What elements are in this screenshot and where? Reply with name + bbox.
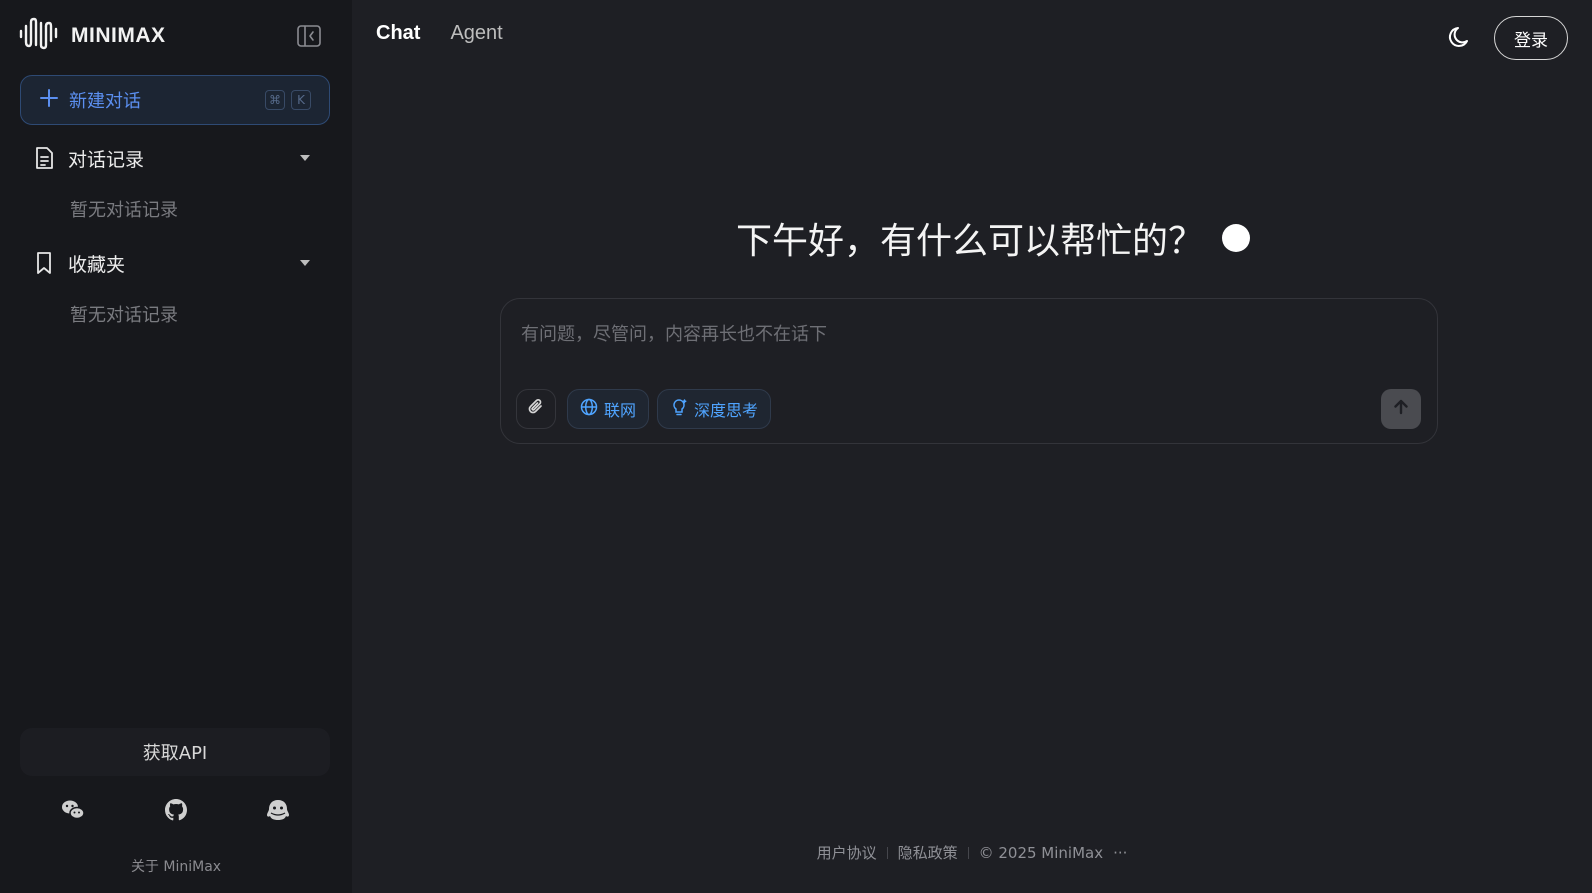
login-button[interactable]: 登录 [1494,16,1568,60]
bookmark-icon [32,251,56,275]
favorites-section-toggle[interactable]: 收藏夹 [32,245,320,281]
arrow-up-icon [1391,397,1411,421]
github-icon[interactable] [161,795,191,825]
mode-tabs: Chat Agent [376,22,503,45]
footer: 用户协议 隐私政策 © 2025 MiniMax ··· [352,842,1592,863]
shortcut-command-key: ⌘ [265,90,285,110]
new-chat-button[interactable]: 新建对话 ⌘ K [20,75,330,125]
web-search-toggle[interactable]: 联网 [567,389,650,429]
new-chat-label: 新建对话 [69,91,141,112]
waveform-logo-icon [19,17,59,55]
web-search-label: 联网 [604,401,637,420]
greeting: 下午好，有什么可以帮忙的？ [736,212,1251,264]
favorites-section-label: 收藏夹 [68,253,126,276]
privacy-link[interactable]: 隐私政策 [898,842,958,863]
status-dot [1222,224,1251,252]
document-icon [32,146,56,170]
copyright-text: © 2025 MiniMax [978,843,1104,862]
brand-name: MINIMAX [71,24,166,47]
plus-icon [39,88,59,112]
main-area: Chat Agent 登录 下午好，有什么可以帮忙的？ 有问题，尽管问，内容再长… [352,0,1592,893]
community-icon[interactable] [263,795,293,825]
tab-chat[interactable]: Chat [376,22,420,45]
sidebar: MINIMAX 新建对话 ⌘ K 对话记录 暂无对话记录 收藏夹 暂无对话记录 … [0,0,352,893]
favorites-empty-text: 暂无对话记录 [70,305,178,326]
theme-toggle-button[interactable] [1445,24,1475,54]
attach-button[interactable] [516,389,556,429]
history-section-label: 对话记录 [68,148,145,171]
chat-input[interactable] [521,319,1401,349]
deep-think-label: 深度思考 [694,401,759,420]
moon-icon [1447,24,1473,54]
footer-divider [886,846,888,859]
about-link[interactable]: 关于 MiniMax [0,856,352,876]
deep-think-toggle[interactable]: 深度思考 [657,389,772,429]
send-button[interactable] [1381,389,1421,429]
greeting-text: 下午好，有什么可以帮忙的？ [736,221,1205,262]
sidebar-collapse-button[interactable] [296,25,322,51]
lightbulb-icon [670,398,688,420]
tab-agent[interactable]: Agent [450,22,502,45]
wechat-icon[interactable] [58,795,88,825]
paperclip-icon [526,397,546,421]
brand[interactable]: MINIMAX [19,17,166,55]
chevron-down-icon [300,260,310,266]
get-api-button[interactable]: 获取API [20,728,330,776]
more-menu-button[interactable]: ··· [1113,844,1127,862]
app-root: MINIMAX 新建对话 ⌘ K 对话记录 暂无对话记录 收藏夹 暂无对话记录 … [0,0,1592,893]
chat-composer: 联网 深度思考 [500,298,1438,444]
sidebar-collapse-icon [297,25,321,51]
footer-divider [967,846,969,859]
terms-link[interactable]: 用户协议 [817,842,877,863]
globe-icon [580,398,598,420]
history-empty-text: 暂无对话记录 [70,200,178,221]
chevron-down-icon [300,155,310,161]
shortcut-k-key: K [291,90,311,110]
history-section-toggle[interactable]: 对话记录 [32,140,320,176]
